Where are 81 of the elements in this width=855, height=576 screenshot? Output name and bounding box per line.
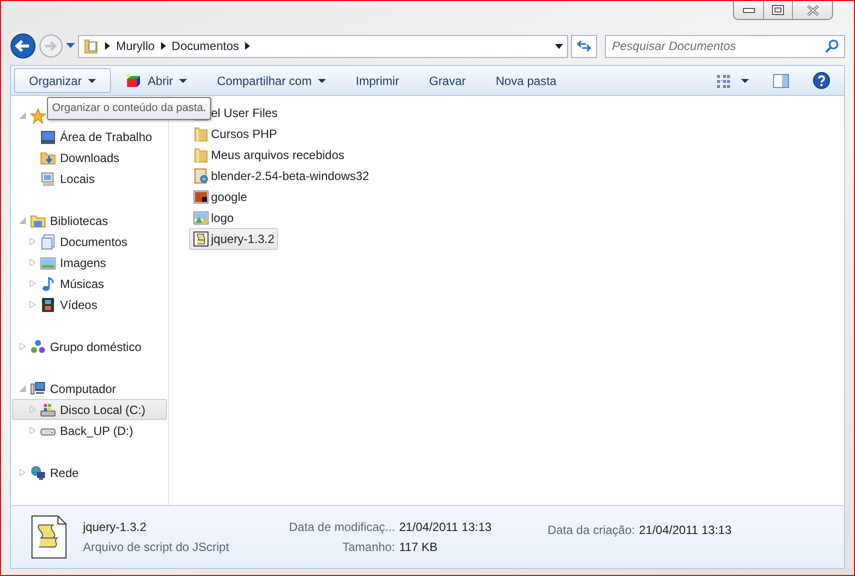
places-icon [40, 170, 56, 186]
file-type: Arquivo de script do JScript [83, 539, 230, 556]
sidebar-item[interactable]: Downloads [12, 147, 167, 168]
sidebar-item[interactable]: Vídeos [12, 294, 167, 315]
sidebar-item[interactable]: Rede [12, 462, 167, 483]
field-value: 21/04/2011 13:13 [638, 522, 732, 539]
sidebar-item[interactable]: Computador [12, 378, 167, 399]
close-icon [806, 4, 820, 16]
caret-icon [66, 43, 75, 49]
star-icon [30, 108, 46, 124]
breadcrumb-arrow-icon[interactable] [160, 42, 166, 50]
sidebar-item[interactable]: Imagens [12, 252, 167, 273]
refresh-button[interactable] [571, 34, 597, 58]
file-name: jquery-1.3.2 [83, 519, 148, 536]
toolbar-button[interactable]: Abrir [110, 68, 202, 93]
homegroup-icon [30, 338, 46, 354]
expanded-arrow-icon[interactable] [19, 112, 26, 119]
file-item[interactable]: google [189, 186, 252, 208]
computer-icon [30, 380, 46, 396]
image-file-icon [193, 210, 209, 226]
folder-icon [193, 126, 209, 142]
library-folder-icon [30, 212, 46, 228]
search-icon[interactable] [825, 39, 839, 53]
folder-icon [193, 146, 209, 162]
caret-icon [741, 78, 749, 82]
field-label: Data da criação: [548, 522, 635, 539]
application-icon [126, 74, 142, 88]
history-dropdown[interactable] [66, 43, 75, 49]
download-folder-icon [40, 150, 56, 166]
preview-pane-icon [773, 74, 789, 88]
breadcrumb[interactable]: Muryllo [116, 37, 155, 55]
system-drive-icon [40, 402, 56, 418]
toolbar-button[interactable]: Organizar [14, 68, 111, 93]
breadcrumb-arrow-icon[interactable] [105, 42, 110, 50]
sidebar-item[interactable]: Locais [12, 168, 167, 189]
breadcrumb-arrow-icon[interactable] [245, 42, 250, 50]
installer-icon [193, 168, 209, 184]
toolbar-button[interactable]: Imprimir [340, 68, 414, 93]
file-item[interactable]: Cursos PHP [189, 122, 282, 144]
monitor-icon [40, 128, 56, 144]
field-label: Data de modificaç... [289, 519, 396, 536]
minimize-icon [742, 7, 754, 13]
search-field[interactable]: Pesquisar Documentos [606, 37, 825, 55]
help-icon [813, 72, 830, 89]
field-label: Tamanho: [341, 539, 396, 556]
toolbar-button[interactable]: Compartilhar com [202, 68, 341, 93]
address-bar[interactable]: Muryllo Documentos [78, 34, 568, 58]
network-icon [30, 464, 46, 480]
expanded-arrow-icon[interactable] [19, 217, 26, 224]
file-item[interactable]: Meus arquivos recebidos [189, 144, 348, 166]
tooltip: Organizar o conteúdo da pasta. [47, 97, 212, 120]
toolbar-button[interactable]: Nova pasta [480, 68, 572, 93]
sidebar-item[interactable]: Back_UP (D:) [12, 420, 167, 441]
image-icon [40, 254, 56, 270]
expanded-arrow-icon[interactable] [19, 385, 26, 392]
sidebar-item[interactable]: Grupo doméstico [12, 336, 167, 357]
toolbar-button[interactable]: Gravar [414, 68, 481, 93]
file-item[interactable]: logo [189, 206, 238, 228]
sidebar-item[interactable]: Documentos [12, 231, 167, 252]
sidebar-item[interactable]: Área de Trabalho [12, 126, 167, 147]
folder-icon [83, 38, 99, 54]
script-icon [193, 230, 209, 246]
sidebar-item[interactable]: Bibliotecas [12, 210, 167, 231]
refresh-icon [576, 39, 592, 53]
image-file-icon [193, 188, 209, 204]
breadcrumb[interactable]: Documentos [172, 37, 240, 55]
maximize-icon [772, 5, 784, 15]
document-icon [40, 234, 56, 250]
script-file-icon [31, 515, 67, 559]
music-note-icon [40, 276, 56, 292]
view-grid-icon [717, 74, 731, 88]
sidebar-item[interactable]: Músicas [12, 273, 167, 294]
search-box[interactable]: Pesquisar Documentos [605, 34, 845, 58]
field-value: 117 KB [399, 539, 439, 556]
field-value: 21/04/2011 13:13 [399, 519, 492, 536]
dropdown-caret-icon[interactable] [555, 44, 563, 48]
sidebar-item[interactable]: Disco Local (C:) [12, 399, 167, 420]
file-item[interactable]: jquery-1.3.2 [189, 228, 278, 250]
file-item[interactable]: blender-2.54-beta-windows32 [189, 164, 374, 186]
film-icon [40, 296, 56, 312]
back-button[interactable] [10, 33, 36, 59]
